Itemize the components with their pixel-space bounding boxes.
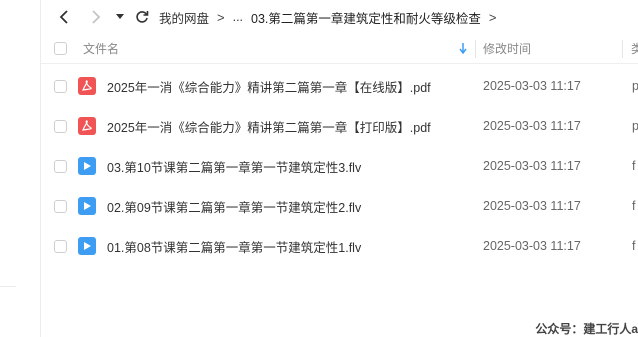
pdf-icon (78, 117, 96, 135)
column-header-modified-time[interactable]: 修改时间 (483, 40, 531, 57)
refresh-button[interactable] (129, 2, 155, 32)
pdf-icon (78, 77, 96, 95)
back-button[interactable] (49, 2, 79, 32)
video-icon (78, 237, 96, 255)
file-list-header: 文件名 修改时间 类 (41, 34, 638, 64)
file-name[interactable]: 2025年一消《综合能力》精讲第二篇第一章【在线版】.pdf (107, 77, 431, 96)
file-row[interactable]: 2025年一消《综合能力》精讲第二篇第一章【打印版】.pdf 2025-03-0… (41, 106, 638, 146)
breadcrumb-current[interactable]: 03.第二篇第一章建筑定性和耐火等级检查 (251, 8, 481, 27)
file-modified-time: 2025-03-03 11:17 (483, 159, 581, 173)
left-sidebar (0, 0, 41, 337)
breadcrumb-root[interactable]: 我的网盘 (159, 8, 209, 27)
video-icon (78, 197, 96, 215)
caret-down-icon (116, 14, 124, 19)
file-name[interactable]: 02.第09节课第二篇第一章第一节建筑定性2.flv (107, 197, 361, 216)
row-checkbox[interactable] (54, 119, 67, 133)
file-modified-time: 2025-03-03 11:17 (483, 199, 581, 213)
file-row[interactable]: 2025年一消《综合能力》精讲第二篇第一章【在线版】.pdf 2025-03-0… (41, 66, 638, 106)
sidebar-divider (0, 286, 16, 287)
row-checkbox[interactable] (54, 79, 67, 93)
breadcrumb-ellipsis[interactable]: ... (233, 10, 243, 24)
file-modified-time: 2025-03-03 11:17 (483, 119, 581, 133)
column-divider[interactable] (475, 40, 476, 58)
video-icon (78, 157, 96, 175)
file-name[interactable]: 01.第08节课第二篇第一章第一节建筑定性1.flv (107, 237, 361, 256)
refresh-icon (136, 11, 149, 23)
breadcrumb-separator-icon: > (488, 9, 497, 25)
file-name[interactable]: 2025年一消《综合能力》精讲第二篇第一章【打印版】.pdf (107, 117, 431, 136)
file-row[interactable]: 01.第08节课第二篇第一章第一节建筑定性1.flv 2025-03-03 11… (41, 226, 638, 266)
file-list: 2025年一消《综合能力》精讲第二篇第一章【在线版】.pdf 2025-03-0… (41, 66, 638, 266)
breadcrumb-separator-icon: > (217, 9, 225, 25)
column-divider[interactable] (622, 40, 623, 58)
column-header-name[interactable]: 文件名 (83, 40, 119, 57)
sort-arrow-down-icon[interactable] (459, 43, 467, 54)
file-row[interactable]: 02.第09节课第二篇第一章第一节建筑定性2.flv 2025-03-03 11… (41, 186, 638, 226)
file-type: p (632, 79, 638, 93)
file-name[interactable]: 03.第10节课第二篇第一章第一节建筑定性3.flv (107, 157, 361, 176)
chevron-right-icon (92, 10, 101, 24)
file-row[interactable]: 03.第10节课第二篇第一章第一节建筑定性3.flv 2025-03-03 11… (41, 146, 638, 186)
file-type: p (632, 119, 638, 133)
forward-button[interactable] (81, 2, 111, 32)
row-checkbox[interactable] (54, 239, 67, 253)
select-all-checkbox[interactable] (54, 42, 67, 55)
file-type: f (632, 159, 636, 173)
breadcrumb: 我的网盘 > ... 03.第二篇第一章建筑定性和耐火等级检查 > (159, 8, 505, 27)
row-checkbox[interactable] (54, 159, 67, 173)
history-dropdown-button[interactable] (111, 2, 129, 32)
row-checkbox[interactable] (54, 199, 67, 213)
file-type: f (632, 239, 636, 253)
column-header-type[interactable]: 类 (631, 40, 638, 57)
file-modified-time: 2025-03-03 11:17 (483, 79, 581, 93)
file-type: f (632, 199, 636, 213)
watermark-text: 公众号：建工行人a (535, 322, 638, 336)
toolbar: 我的网盘 > ... 03.第二篇第一章建筑定性和耐火等级检查 > (41, 0, 638, 34)
file-modified-time: 2025-03-03 11:17 (483, 239, 581, 253)
chevron-left-icon (59, 10, 68, 24)
